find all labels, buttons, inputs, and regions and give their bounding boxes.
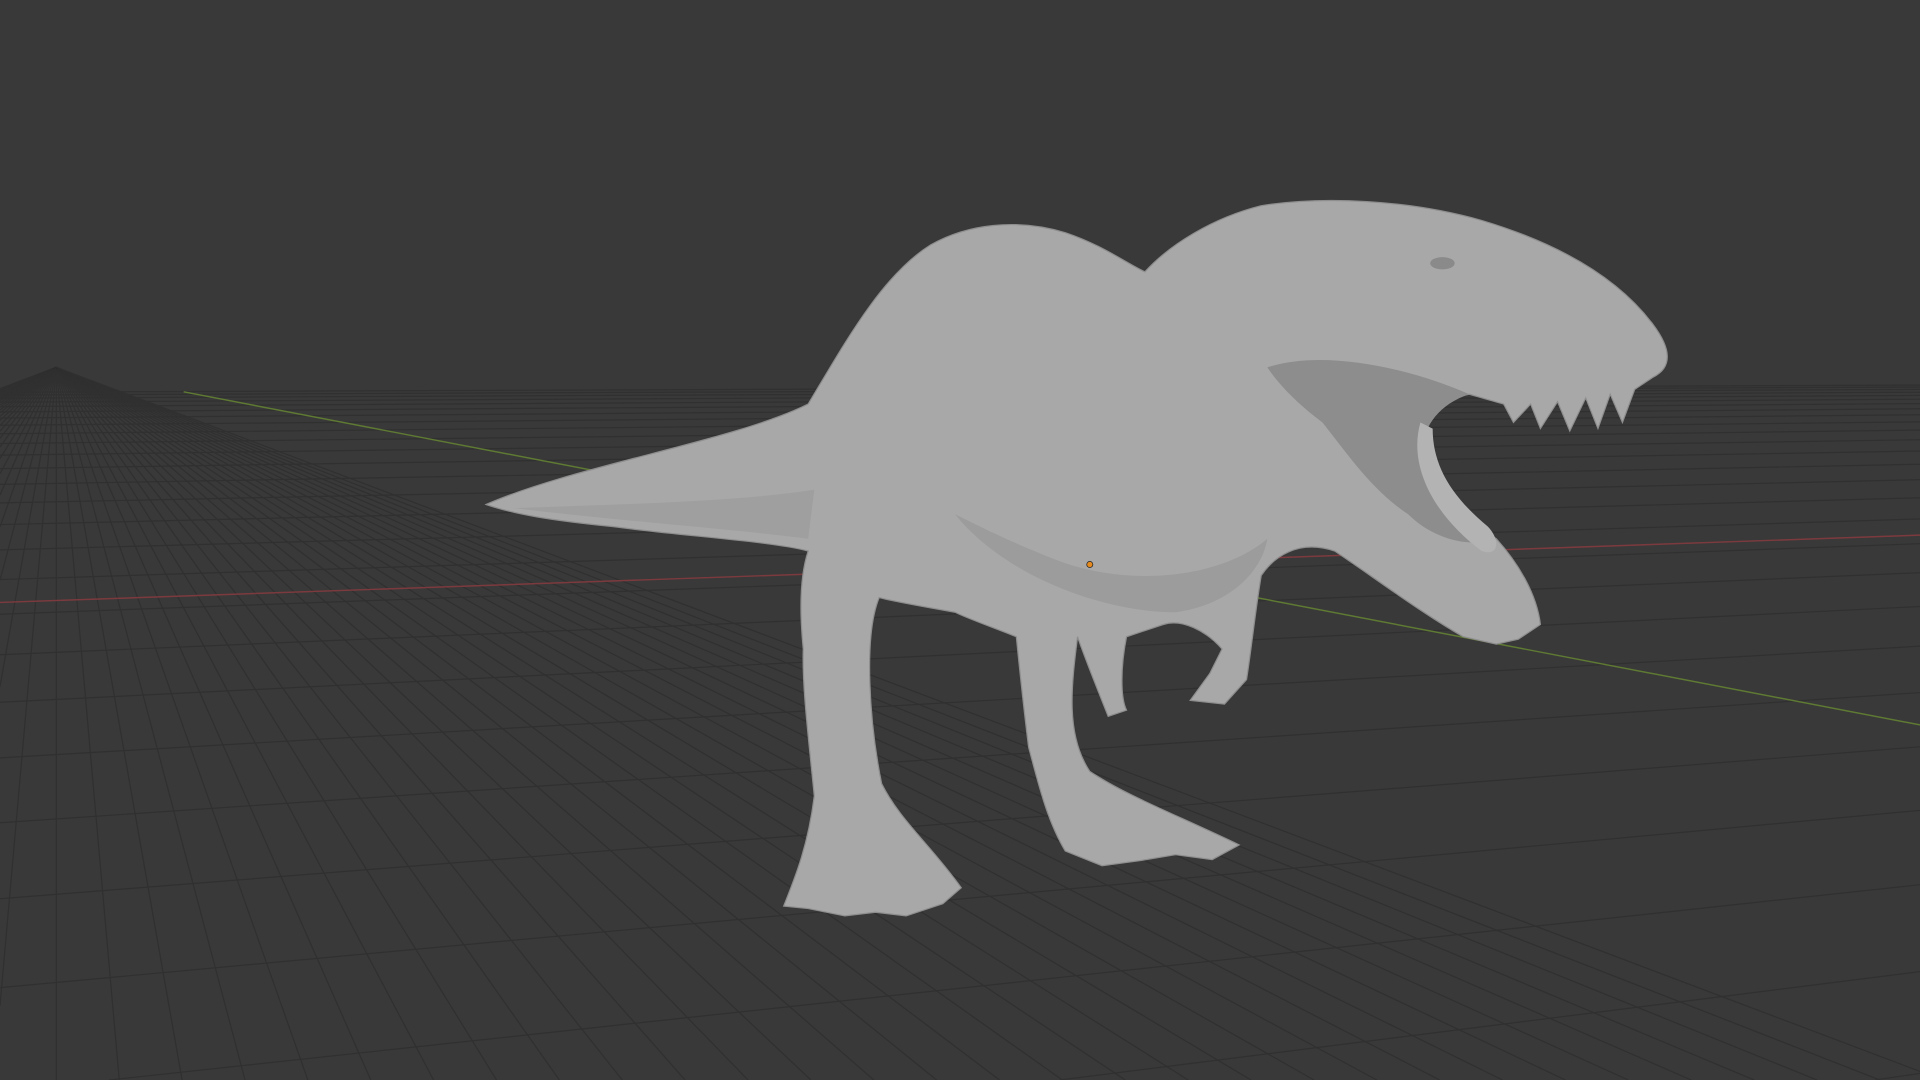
3d-viewport[interactable] [0,0,1920,1080]
grid-line [55,367,498,1080]
grid-line [0,367,57,687]
grid-line [0,367,57,1006]
grid-line [1059,971,1920,1080]
grid-line [1874,1072,1920,1080]
grid-line [55,367,120,1080]
trex-eye [1430,257,1455,270]
grid-line [0,645,1920,759]
grid-line [0,809,1920,989]
grid-line [0,746,1920,900]
object-origin-dot[interactable] [1086,561,1094,568]
grid-line [0,605,1920,703]
grid-line [55,367,183,1080]
grid-line [55,367,372,1080]
grid-line [55,366,560,1080]
grid-line [0,691,1920,824]
grid-line [108,884,1920,1080]
grid-line [55,367,309,1080]
viewport-canvas[interactable] [0,0,1920,1080]
